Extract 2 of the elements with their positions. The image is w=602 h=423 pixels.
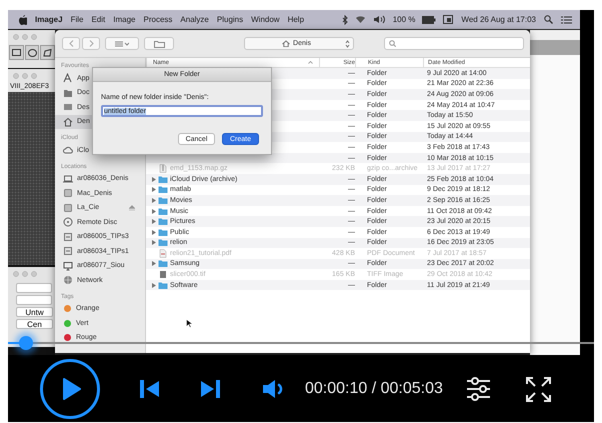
playback-time: 00:00:10 / 00:05:03 — [305, 380, 443, 398]
battery-percentage: 100 % — [392, 15, 416, 24]
